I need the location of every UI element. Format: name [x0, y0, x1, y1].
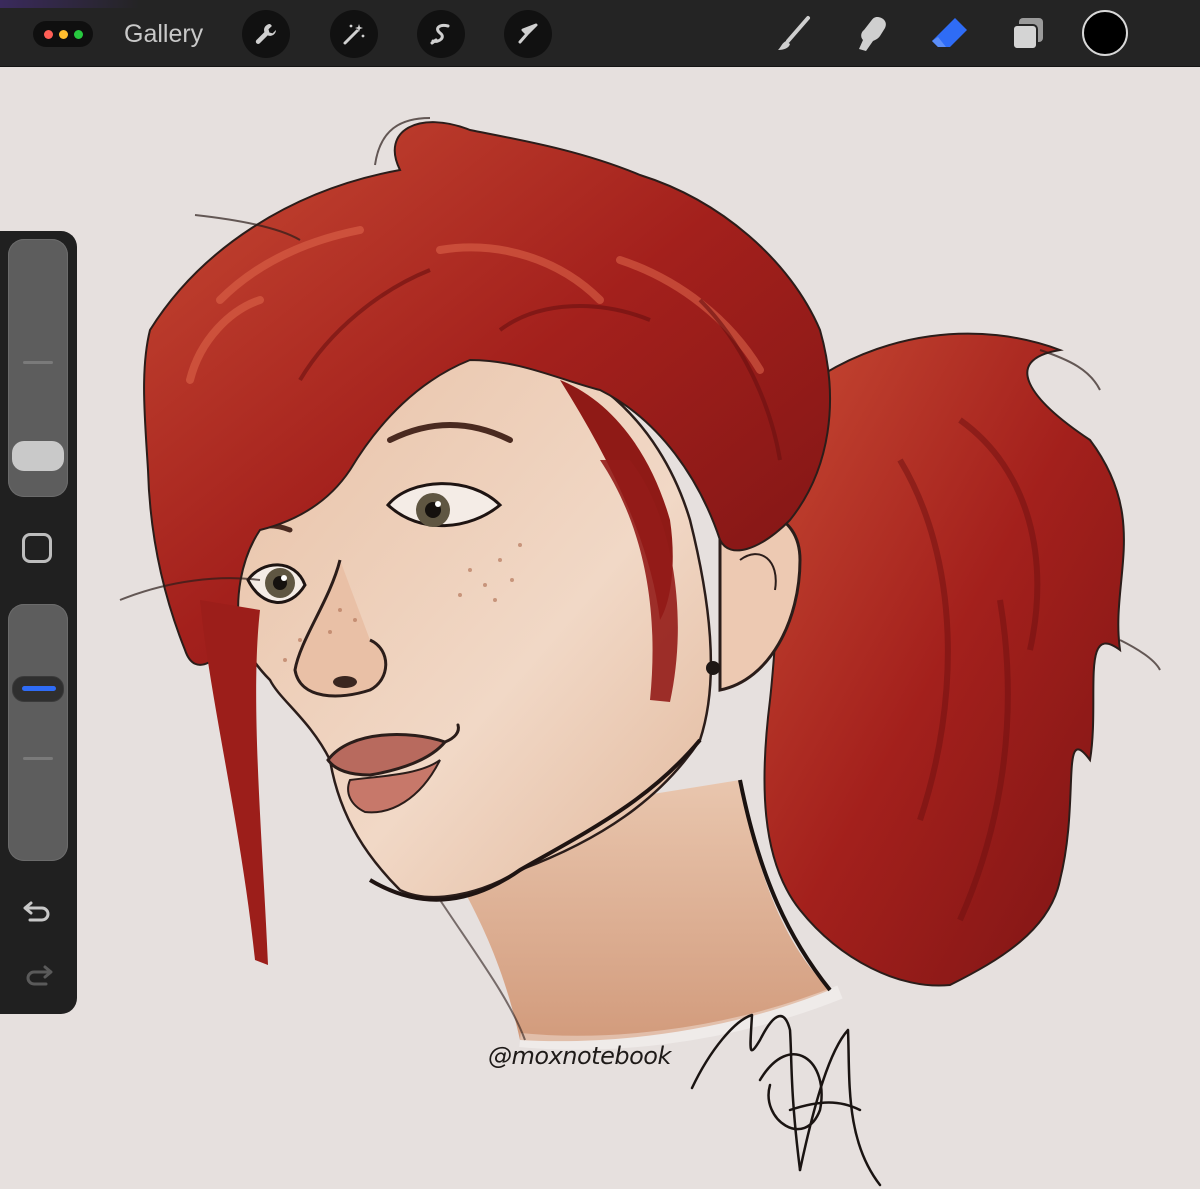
drawing-canvas[interactable]: @moxnotebook: [77, 67, 1200, 1189]
selection-button[interactable]: [417, 10, 465, 58]
slider-tick: [23, 361, 53, 364]
zoom-dot[interactable]: [73, 29, 83, 39]
undo-icon: [23, 901, 50, 922]
close-dot[interactable]: [43, 29, 53, 39]
redo-icon: [26, 965, 53, 986]
brush-icon: [778, 16, 810, 50]
selection-icon: [430, 24, 450, 45]
paint-tool-button[interactable]: [771, 12, 815, 56]
minimize-dot[interactable]: [58, 29, 68, 39]
wrench-icon: [255, 24, 276, 44]
gallery-button[interactable]: Gallery: [124, 18, 203, 50]
window-edge-accent: [0, 0, 140, 8]
erase-tool-button[interactable]: [928, 12, 972, 56]
color-picker-button[interactable]: [1082, 10, 1128, 56]
transform-arrow-icon: [518, 23, 538, 44]
left-sidebar: [0, 231, 77, 1014]
brush-size-slider[interactable]: [8, 239, 68, 497]
layers-button[interactable]: [1006, 12, 1050, 56]
brush-size-handle[interactable]: [12, 441, 64, 471]
smudge-tool-button[interactable]: [849, 12, 893, 56]
artist-watermark: @moxnotebook: [488, 1042, 671, 1070]
artist-signature: [690, 1013, 882, 1187]
adjustments-button[interactable]: [330, 10, 378, 58]
undo-button[interactable]: [20, 895, 56, 927]
opacity-handle[interactable]: [12, 676, 64, 702]
smudge-icon: [859, 17, 886, 51]
layers-icon: [1012, 18, 1043, 50]
magic-wand-icon: [343, 24, 365, 45]
portrait-artwork: [119, 117, 1161, 1187]
top-toolbar: Gallery: [0, 0, 1200, 67]
slider-tick: [23, 757, 53, 760]
redo-button[interactable]: [20, 959, 56, 991]
opacity-slider[interactable]: [8, 604, 68, 861]
window-controls[interactable]: [33, 21, 93, 47]
eraser-icon: [932, 18, 967, 47]
transform-button[interactable]: [504, 10, 552, 58]
opacity-handle-indicator: [22, 686, 56, 691]
actions-button[interactable]: [242, 10, 290, 58]
modify-button[interactable]: [22, 533, 52, 563]
